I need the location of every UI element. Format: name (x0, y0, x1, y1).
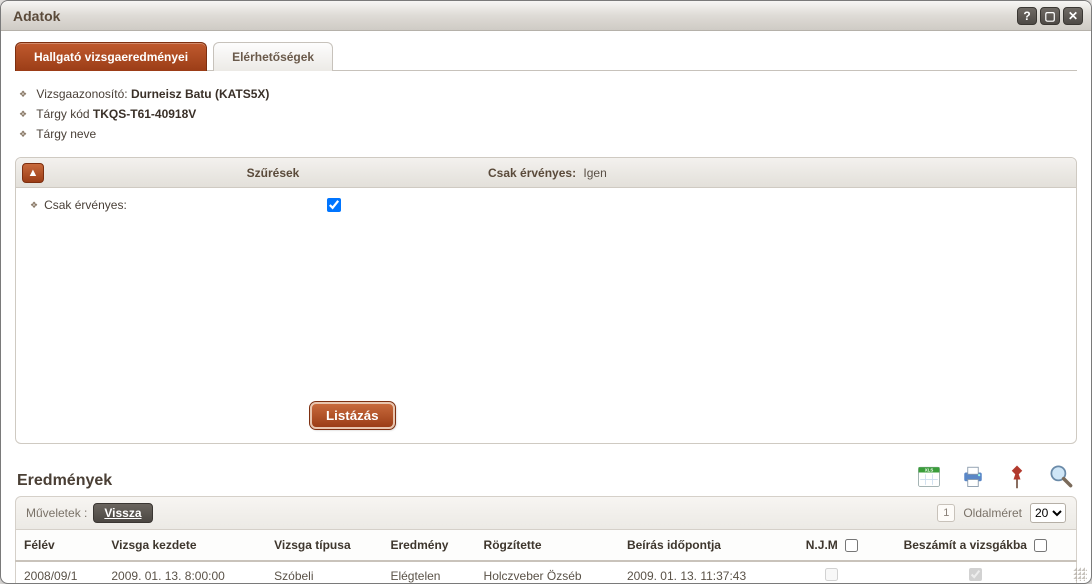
window-buttons: ? ▢ ✕ (1017, 7, 1083, 25)
tab-label: Elérhetőségek (232, 50, 314, 64)
cell-njm (789, 561, 875, 583)
page-size-select[interactable]: 20 (1030, 503, 1066, 523)
filter-panel: ▲ Szűrések Csak érvényes: Igen Csak érvé… (15, 157, 1077, 444)
col-njm[interactable]: N.J.M (789, 530, 875, 561)
ops-label: Műveletek : (26, 506, 87, 520)
info-subject-code: Tárgy kód TKQS-T61-40918V (19, 107, 1073, 121)
content-area: Hallgató vizsgaeredményei Elérhetőségek … (1, 31, 1091, 583)
pin-icon[interactable] (1003, 462, 1031, 490)
filter-summary: Csak érvényes: Igen (488, 166, 607, 180)
value: Durneisz Batu (KATS5X) (131, 87, 269, 101)
tab-strip: Hallgató vizsgaeredményei Elérhetőségek (15, 41, 1077, 71)
chevron-up-icon: ▲ (28, 167, 39, 179)
help-button[interactable]: ? (1017, 7, 1037, 25)
button-label: Vissza (104, 506, 141, 520)
col-felev[interactable]: Félév (16, 530, 104, 561)
resize-grip-icon[interactable] (1073, 567, 1087, 581)
njm-checkbox (825, 568, 838, 581)
window-title: Adatok (13, 8, 1017, 24)
maximize-button[interactable]: ▢ (1040, 7, 1060, 25)
search-icon[interactable] (1047, 462, 1075, 490)
collapse-button[interactable]: ▲ (22, 163, 44, 183)
label: Vizsgaazonosító: (36, 87, 127, 101)
filter-valid-label: Csak érvényes: (30, 198, 127, 212)
table-header-row: Félév Vizsga kezdete Vizsga típusa Eredm… (16, 530, 1077, 561)
tab-contacts[interactable]: Elérhetőségek (213, 42, 333, 71)
col-label: Beszámít a vizsgákba (904, 538, 1027, 552)
list-button[interactable]: Listázás (310, 402, 395, 429)
beszamit-header-checkbox[interactable] (1034, 539, 1047, 552)
cell-rogzitette: Holczveber Özséb (476, 561, 619, 583)
col-beiras[interactable]: Beírás időpontja (619, 530, 789, 561)
results-table: Félév Vizsga kezdete Vizsga típusa Eredm… (15, 530, 1077, 583)
beszamit-checkbox (969, 568, 982, 581)
col-kezdet[interactable]: Vizsga kezdete (103, 530, 266, 561)
page-number[interactable]: 1 (937, 504, 955, 522)
col-rogzitette[interactable]: Rögzítette (476, 530, 619, 561)
info-exam-id: Vizsgaazonosító: Durneisz Batu (KATS5X) (19, 87, 1073, 101)
value: TKQS-T61-40918V (93, 107, 196, 121)
tab-exam-results[interactable]: Hallgató vizsgaeredményei (15, 42, 207, 71)
cell-felev: 2008/09/1 (16, 561, 104, 583)
modal-window: Adatok ? ▢ ✕ Hallgató vizsgaeredményei E… (0, 0, 1092, 584)
label: Csak érvényes: (488, 166, 576, 180)
export-xls-icon[interactable]: XLS (915, 462, 943, 490)
info-subject-name: Tárgy neve (19, 127, 1073, 141)
col-eredmeny[interactable]: Eredmény (382, 530, 475, 561)
svg-text:XLS: XLS (925, 468, 934, 473)
results-title: Eredmények (17, 472, 112, 490)
operations-bar-top: Műveletek : Vissza 1 Oldalméret 20 (15, 496, 1077, 530)
filter-body: Csak érvényes: Listázás (16, 188, 1076, 443)
col-beszamit[interactable]: Beszámít a vizsgákba (875, 530, 1077, 561)
results-header-row: Eredmények XLS (17, 462, 1075, 490)
label: Tárgy neve (36, 127, 96, 141)
filter-valid-checkbox[interactable] (327, 198, 341, 212)
filter-header: ▲ Szűrések Csak érvényes: Igen (16, 158, 1076, 188)
page-size-label: Oldalméret (963, 506, 1022, 520)
toolbar-icons: XLS (915, 462, 1075, 490)
col-label: N.J.M (806, 538, 838, 552)
cell-kezdet: 2009. 01. 13. 8:00:00 (103, 561, 266, 583)
tab-label: Hallgató vizsgaeredményei (34, 50, 188, 64)
button-label: Listázás (326, 408, 379, 423)
table-row: 2008/09/1 2009. 01. 13. 8:00:00 Szóbeli … (16, 561, 1077, 583)
filter-title: Szűrések (58, 166, 488, 180)
titlebar: Adatok ? ▢ ✕ (1, 1, 1091, 31)
cell-beszamit (875, 561, 1077, 583)
value: Igen (583, 166, 606, 180)
back-button-top[interactable]: Vissza (93, 503, 152, 523)
col-tipus[interactable]: Vizsga típusa (266, 530, 382, 561)
label: Tárgy kód (36, 107, 89, 121)
table-body: 2008/09/1 2009. 01. 13. 8:00:00 Szóbeli … (16, 561, 1077, 583)
close-button[interactable]: ✕ (1063, 7, 1083, 25)
cell-beiras: 2009. 01. 13. 11:37:43 (619, 561, 789, 583)
njm-header-checkbox[interactable] (845, 539, 858, 552)
print-icon[interactable] (959, 462, 987, 490)
cell-eredmeny: Elégtelen (382, 561, 475, 583)
cell-tipus: Szóbeli (266, 561, 382, 583)
